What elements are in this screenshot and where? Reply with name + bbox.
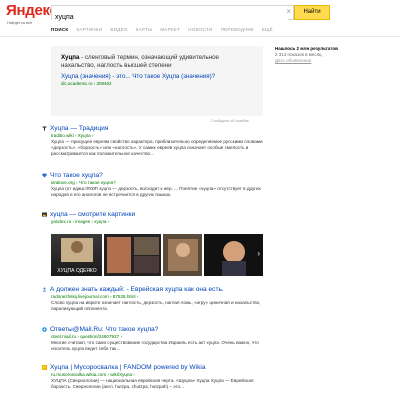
result-url[interactable]: traditio.wiki › Хуцпа ›	[51, 133, 268, 138]
report-error-link[interactable]: Сообщить об ошибке	[211, 119, 249, 123]
result-title[interactable]: F Хуцпа | Мусоросвалка | FANDOM powered …	[42, 364, 268, 371]
result-snippet: Многие считают, что само существование г…	[51, 340, 259, 351]
search-result-images: хуцпа — смотрите картинки yandex.ru › im…	[42, 211, 268, 224]
search-result: А должен знать каждый: - Еврейская хуцпа…	[42, 286, 268, 312]
result-snippet: Хуцпа — присущее евреям свойство характе…	[51, 139, 263, 156]
result-title[interactable]: Что такое хуцпа?	[42, 172, 268, 179]
logo-tagline: Найдётся всё	[7, 20, 33, 25]
answer-term: Хуцпа	[61, 54, 80, 61]
result-url[interactable]: otvet.mail.ru › question/24607927 ›	[51, 334, 268, 339]
image-thumbnail[interactable]	[104, 234, 161, 276]
livejournal-favicon-icon	[43, 287, 46, 292]
thumbnail-graphic	[107, 237, 160, 273]
result-url[interactable]: yandex.ru › images › хуцпа ›	[51, 219, 268, 224]
result-url[interactable]: radonezhskij.livejournal.com › 87528.htm…	[51, 294, 268, 299]
advertise-link[interactable]: Дать объявление	[275, 58, 338, 64]
answer-link[interactable]: Хуцпа (значения) - это... Что такое Хуцп…	[61, 73, 253, 80]
search-result: Хуцпа — Традиция traditio.wiki › Хуцпа ›…	[42, 125, 268, 156]
tab-video[interactable]: ВИДЕО	[110, 27, 127, 32]
image-thumbnail[interactable]	[162, 234, 203, 276]
wikia-favicon-icon: F	[42, 365, 47, 370]
logo-text: Яндекс	[6, 2, 58, 19]
search-result: Ответы@Mail.Ru: Что такое хуцпа? otvet.m…	[42, 326, 268, 352]
thumbnail-graphic: ›	[222, 241, 260, 276]
result-snippet: ХУЦПА (Свернологии) — национальная еврей…	[51, 378, 254, 389]
answer-source[interactable]: dic.academic.ru › 309462	[61, 81, 253, 86]
images-favicon-icon	[42, 212, 47, 217]
image-thumbnail[interactable]: ›	[204, 234, 263, 276]
svg-text:F: F	[43, 366, 45, 370]
image-thumbnail[interactable]: ХУЦПА ОДЕЯКО	[51, 234, 103, 276]
search-result: Что такое хуцпа? isralove.org › Что тако…	[42, 172, 268, 198]
result-title[interactable]: Хуцпа — Традиция	[42, 125, 268, 132]
search-input[interactable]	[52, 11, 288, 24]
result-url[interactable]: isralove.org › Что такое хуцпа?	[51, 180, 268, 185]
next-arrow-icon[interactable]: ›	[257, 249, 260, 258]
clear-icon[interactable]: ×	[286, 7, 291, 16]
yandex-logo[interactable]: Яндекс	[6, 2, 58, 19]
mailru-answers-favicon-icon	[42, 327, 47, 332]
result-snippet: Хуцпа (от идиш:חוצפה хуцпэ — дерзость, в…	[51, 186, 261, 197]
tab-search[interactable]: ПОИСК	[51, 27, 68, 32]
tab-translator[interactable]: ПЕРЕВОДЧИК	[221, 27, 254, 32]
result-snippet: Слово хуцпа на иврите означает наглость,…	[51, 300, 261, 311]
search-tabs: ПОИСК КАРТИНКИ ВИДЕО КАРТЫ МАРКЕТ НОВОСТ…	[51, 27, 273, 32]
traditio-favicon-icon	[42, 126, 47, 131]
thumbnail-graphic	[167, 239, 198, 271]
thumbnail-graphic: ХУЦПА ОДЕЯКО	[57, 238, 97, 274]
search-button[interactable]: Найти	[294, 5, 330, 20]
thumbnail-caption: ХУЦПА ОДЕЯКО	[57, 268, 96, 274]
result-url[interactable]: ru.musorosvalka.wikia.com › wiki/Хуцпа ›	[51, 372, 268, 377]
result-title[interactable]: А должен знать каждый: - Еврейская хуцпа…	[42, 286, 268, 293]
search-result: F Хуцпа | Мусоросвалка | FANDOM powered …	[42, 364, 268, 390]
tab-more[interactable]: ЕЩЁ	[262, 27, 273, 32]
result-title[interactable]: хуцпа — смотрите картинки	[42, 211, 268, 218]
tab-market[interactable]: МАРКЕТ	[160, 27, 180, 32]
tab-images[interactable]: КАРТИНКИ	[76, 27, 102, 32]
result-stats: Нашлось 2 млн результатов 2 314 показов …	[275, 46, 338, 64]
tab-news[interactable]: НОВОСТИ	[188, 27, 212, 32]
answer-card: Хуцпа - сленговый термин, означающий уди…	[51, 46, 263, 116]
result-title[interactable]: Ответы@Mail.Ru: Что такое хуцпа?	[42, 326, 268, 333]
image-thumbnails: ХУЦПА ОДЕЯКО ›	[51, 234, 263, 276]
answer-definition-text: - сленговый термин, означающий удивитель…	[61, 54, 220, 69]
tab-maps[interactable]: КАРТЫ	[136, 27, 153, 32]
answer-definition: Хуцпа - сленговый термин, означающий уди…	[61, 54, 253, 70]
search-box: ×	[51, 5, 294, 24]
tabs-divider	[0, 36, 400, 37]
heart-favicon-icon	[42, 173, 47, 178]
